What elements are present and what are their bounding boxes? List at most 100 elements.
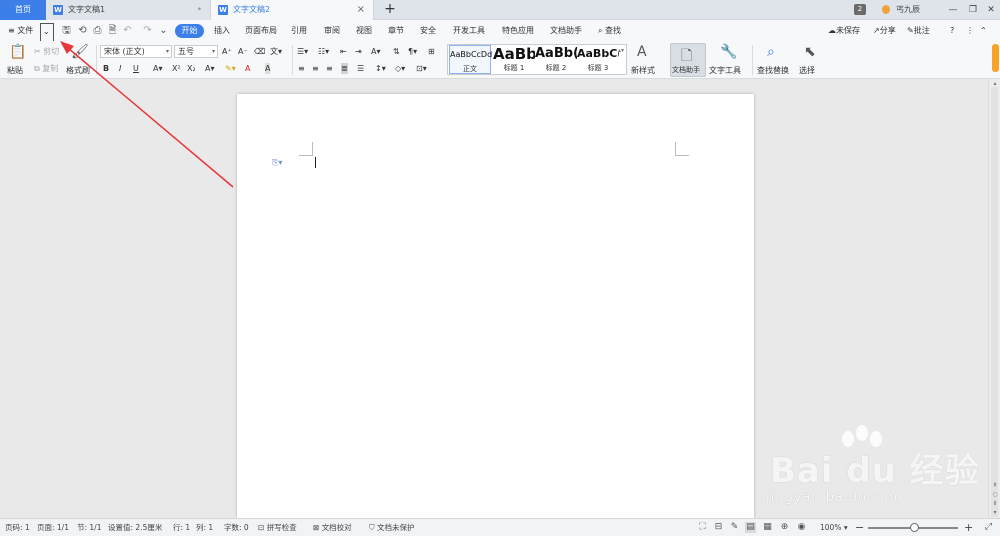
collapse-ribbon-icon[interactable]: ⌃ bbox=[980, 20, 987, 41]
italic-button[interactable]: I bbox=[119, 63, 121, 74]
bullet-list-icon[interactable]: ☰▾ bbox=[297, 46, 308, 57]
scroll-down-icon[interactable]: ▾ bbox=[991, 509, 999, 517]
status-section[interactable]: 节: 1/1 bbox=[77, 519, 101, 536]
doc-assistant-button[interactable]: 🗋 文档助手 bbox=[670, 43, 706, 77]
cursor-icon[interactable]: ⬉ bbox=[804, 44, 816, 60]
sort-icon[interactable]: ⇅ bbox=[393, 46, 400, 57]
save-icon[interactable]: 🖫 bbox=[61, 25, 72, 36]
tab-page-layout[interactable]: 页面布局 bbox=[245, 20, 277, 41]
undo-icon[interactable]: ↶ bbox=[122, 25, 133, 36]
shrink-font-icon[interactable]: A⁻ bbox=[238, 46, 248, 57]
font-size-select[interactable]: 五号 ▾ bbox=[174, 45, 218, 58]
numbered-list-icon[interactable]: ☷▾ bbox=[318, 46, 329, 57]
status-pages[interactable]: 页面: 1/1 bbox=[37, 519, 69, 536]
eye-protect-icon[interactable]: ◉ bbox=[796, 522, 807, 533]
minimize-button[interactable]: — bbox=[944, 0, 962, 20]
tab-special-apps[interactable]: 特色应用 bbox=[502, 20, 534, 41]
paste-button[interactable]: 粘贴 bbox=[7, 65, 23, 76]
font-name-select[interactable]: 宋体 (正文) ▾ bbox=[100, 45, 172, 58]
strikethrough-icon[interactable]: A▾ bbox=[153, 63, 163, 74]
tab-document-1[interactable]: W 文字文稿1 • bbox=[46, 0, 210, 20]
document-page[interactable]: ⎘▾ bbox=[237, 94, 754, 518]
increase-indent-icon[interactable]: ⇥ bbox=[355, 46, 362, 57]
status-setting-value[interactable]: 设置值: 2.5厘米 bbox=[108, 519, 162, 536]
tab-start[interactable]: 开始 bbox=[175, 24, 204, 38]
align-left-icon[interactable]: ≡ bbox=[298, 63, 305, 74]
brush-icon[interactable]: 🖌 bbox=[71, 44, 89, 60]
print-icon[interactable]: ⎙ bbox=[92, 25, 103, 36]
tab-review[interactable]: 审阅 bbox=[324, 20, 340, 41]
help-icon[interactable]: ? bbox=[950, 20, 954, 41]
copy-button[interactable]: ⧉ 复制 bbox=[34, 63, 58, 74]
style-normal[interactable]: AaBbCcDd 正文 bbox=[449, 45, 492, 74]
close-tab-icon[interactable]: × bbox=[357, 0, 365, 20]
shading-icon[interactable]: ◇▾ bbox=[395, 63, 405, 74]
scrollbar-thumb[interactable] bbox=[991, 87, 998, 517]
more-icon[interactable]: ⋮ bbox=[966, 20, 974, 41]
format-painter-icon[interactable]: ⟲ bbox=[77, 25, 88, 36]
style-heading-2[interactable]: AaBb( 标题 2 bbox=[535, 45, 577, 74]
cut-button[interactable]: ✂ 剪切 bbox=[34, 46, 59, 57]
select-button[interactable]: 选择 bbox=[799, 65, 815, 76]
tab-references[interactable]: 引用 bbox=[291, 20, 307, 41]
new-style-button[interactable]: 新样式 bbox=[631, 65, 655, 76]
paste-icon[interactable]: 📋 bbox=[9, 44, 26, 60]
distributed-icon[interactable]: ☰ bbox=[357, 63, 364, 74]
spell-check-button[interactable]: ⊡ 拼写检查 bbox=[258, 519, 297, 536]
status-word-count[interactable]: 字数: 0 bbox=[224, 519, 249, 536]
line-spacing-icon[interactable]: ↕▾ bbox=[375, 63, 386, 74]
tab-document-2[interactable]: W 文字文稿2 × bbox=[210, 0, 374, 20]
select-browse-icon[interactable]: ○ bbox=[991, 491, 999, 499]
redo-icon[interactable]: ↷ bbox=[142, 25, 153, 36]
next-page-icon[interactable]: ⇟ bbox=[991, 500, 999, 508]
style-heading-3[interactable]: AaBbC( 标题 3 bbox=[577, 45, 619, 74]
vertical-scrollbar[interactable]: ▴ ⇞ ○ ⇟ ▾ bbox=[988, 79, 1000, 518]
restore-button[interactable]: ❐ bbox=[964, 0, 982, 20]
tab-chapter[interactable]: 章节 bbox=[388, 20, 404, 41]
doc-protect-button[interactable]: ⛉ 文档未保护 bbox=[369, 519, 415, 536]
fullscreen-icon[interactable]: ⛶ bbox=[697, 522, 708, 533]
zoom-in-button[interactable]: + bbox=[964, 519, 973, 536]
justify-icon[interactable]: ≣ bbox=[341, 63, 348, 74]
bold-button[interactable]: B bbox=[103, 63, 109, 74]
fit-page-icon[interactable]: ⤢ bbox=[983, 522, 994, 533]
unsaved-button[interactable]: ☁未保存 bbox=[828, 20, 860, 41]
zoom-slider[interactable] bbox=[868, 523, 958, 532]
style-heading-1[interactable]: AaBb 标题 1 bbox=[493, 45, 535, 74]
zoom-slider-knob[interactable] bbox=[910, 523, 919, 532]
search-button[interactable]: ⌕ 查找 bbox=[598, 20, 621, 41]
font-color-button[interactable]: A bbox=[245, 63, 250, 74]
superscript-icon[interactable]: X² bbox=[172, 63, 181, 74]
subscript-icon[interactable]: X₂ bbox=[187, 63, 196, 74]
char-shading-icon[interactable]: A bbox=[265, 63, 271, 74]
tab-doc-assistant[interactable]: 文档助手 bbox=[550, 20, 582, 41]
page-view-icon[interactable]: ▤ bbox=[745, 522, 756, 533]
outline-view-icon[interactable]: ▦ bbox=[762, 522, 773, 533]
tab-insert[interactable]: 插入 bbox=[214, 20, 230, 41]
user-name[interactable]: 丐九辰 bbox=[896, 0, 920, 20]
reading-mode-icon[interactable]: ⊟ bbox=[713, 522, 724, 533]
close-window-button[interactable]: ✕ bbox=[982, 0, 1000, 20]
tab-home[interactable]: 首页 bbox=[0, 0, 46, 20]
paragraph-anchor-icon[interactable]: ⎘▾ bbox=[272, 158, 282, 168]
clear-format-icon[interactable]: ⌫ bbox=[254, 46, 265, 57]
underline-button[interactable]: U bbox=[133, 63, 139, 74]
zoom-out-button[interactable]: − bbox=[855, 519, 864, 536]
decrease-indent-icon[interactable]: ⇤ bbox=[340, 46, 347, 57]
format-painter-button[interactable]: 格式刷 bbox=[66, 65, 90, 76]
edit-mode-icon[interactable]: ✎ bbox=[729, 522, 740, 533]
new-tab-button[interactable]: + bbox=[380, 0, 400, 20]
avatar[interactable] bbox=[882, 5, 890, 14]
align-center-icon[interactable]: ≡ bbox=[312, 63, 319, 74]
tab-view[interactable]: 视图 bbox=[356, 20, 372, 41]
tab-security[interactable]: 安全 bbox=[420, 20, 436, 41]
prev-page-icon[interactable]: ⇞ bbox=[991, 482, 999, 490]
text-effect-icon[interactable]: A▾ bbox=[205, 63, 215, 74]
quick-access-menu-icon[interactable]: ⌄ bbox=[158, 25, 169, 36]
search-icon[interactable]: ⌕ bbox=[767, 44, 775, 60]
style-scroll-icon[interactable]: ▴▾ bbox=[618, 47, 624, 54]
new-style-icon[interactable]: A bbox=[637, 44, 647, 60]
window-count-badge[interactable]: 2 bbox=[854, 4, 866, 15]
file-menu-button[interactable]: ≡ 文件 bbox=[8, 20, 33, 41]
phonetic-icon[interactable]: 文▾ bbox=[270, 46, 282, 57]
